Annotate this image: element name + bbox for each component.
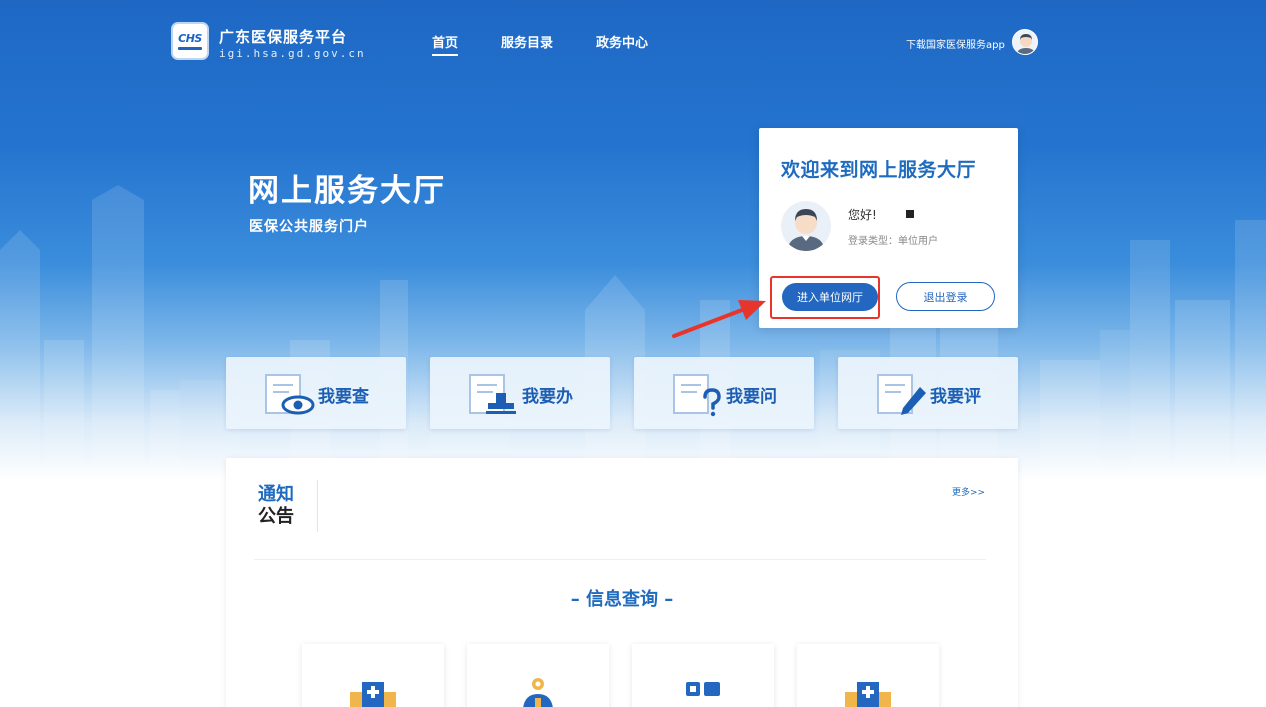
site-title[interactable]: 广东医保服务平台 (219, 26, 347, 47)
user-avatar-icon[interactable] (1012, 29, 1038, 55)
logo-text: CHS (178, 31, 202, 45)
more-link[interactable]: 更多>> (952, 485, 985, 498)
id-card-icon (686, 682, 720, 696)
chs-logo[interactable]: CHS (171, 22, 209, 60)
hero-banner (0, 0, 1266, 480)
enter-unit-hall-button[interactable]: 进入单位网厅 (782, 283, 878, 311)
service-ask-button[interactable]: 我要问 (634, 357, 814, 429)
welcome-title: 欢迎来到网上服务大厅 (781, 159, 977, 181)
eye-document-icon (265, 374, 315, 415)
info-card[interactable] (467, 644, 609, 707)
nav-home[interactable]: 首页 (432, 32, 458, 51)
service-query-label: 我要查 (318, 387, 369, 407)
service-evaluate-button[interactable]: 我要评 (838, 357, 1018, 429)
service-handle-button[interactable]: 我要办 (430, 357, 610, 429)
notice-title-line1: 通知 (258, 484, 294, 505)
download-app-link[interactable]: 下载国家医保服务app (906, 36, 1005, 51)
logout-button[interactable]: 退出登录 (896, 282, 995, 311)
city-skyline-background (0, 185, 1266, 480)
masked-username (906, 210, 914, 218)
service-ask-label: 我要问 (726, 387, 777, 407)
question-document-icon (673, 374, 721, 417)
info-card[interactable] (302, 644, 444, 707)
notice-divider (317, 480, 318, 532)
service-evaluate-label: 我要评 (930, 387, 981, 407)
login-type-text: 登录类型：单位用户 (848, 236, 938, 247)
section-divider (254, 559, 986, 560)
service-handle-label: 我要办 (522, 387, 573, 407)
nav-government-center[interactable]: 政务中心 (596, 32, 648, 51)
medical-kit-icon (350, 682, 396, 707)
info-card[interactable] (632, 644, 774, 707)
nav-service-catalog[interactable]: 服务目录 (501, 32, 553, 51)
greeting-text: 您好! (848, 208, 877, 222)
service-query-button[interactable]: 我要查 (226, 357, 406, 429)
info-card[interactable] (797, 644, 939, 707)
hero-subtitle: 医保公共服务门户 (249, 219, 369, 235)
nav-active-underline (432, 54, 458, 56)
user-avatar-icon (781, 201, 831, 251)
person-location-icon (523, 678, 553, 707)
logo-underline (178, 46, 202, 50)
site-url: igi.hsa.gd.gov.cn (219, 47, 366, 60)
notice-title-line2: 公告 (258, 506, 294, 527)
hero-title: 网上服务大厅 (248, 173, 446, 209)
medical-kit-icon (845, 682, 891, 707)
pen-document-icon (877, 374, 926, 415)
info-query-title: – 信息查询 – (570, 589, 674, 610)
red-arrow-icon (672, 300, 766, 338)
notice-panel: 通知 公告 更多>> – 信息查询 – (226, 458, 1018, 707)
stamp-document-icon (469, 374, 516, 414)
